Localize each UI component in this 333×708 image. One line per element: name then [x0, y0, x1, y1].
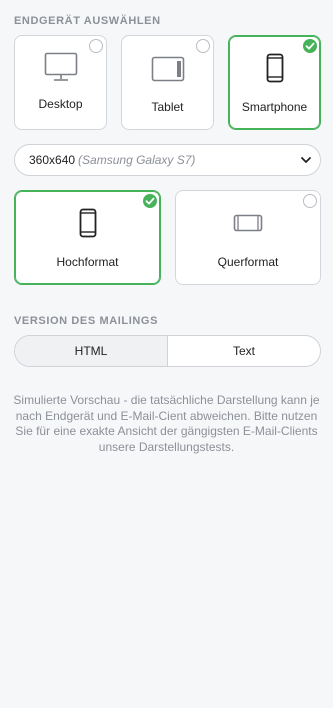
check-icon[interactable] — [143, 194, 157, 208]
radio-unchecked-icon[interactable] — [303, 194, 317, 208]
device-label-tablet: Tablet — [151, 100, 184, 114]
orientation-label-landscape: Querformat — [217, 255, 279, 269]
smartphone-icon — [266, 53, 284, 88]
radio-unchecked-icon[interactable] — [196, 39, 210, 53]
portrait-icon — [79, 208, 97, 243]
orientation-card-portrait[interactable]: Hochformat — [14, 190, 161, 285]
radio-unchecked-icon[interactable] — [89, 39, 103, 53]
resolution-select[interactable]: 360x640 (Samsung Galaxy S7) — [14, 144, 321, 176]
device-card-tablet[interactable]: Tablet — [121, 35, 214, 130]
resolution-value: 360x640 — [29, 153, 76, 167]
device-label-desktop: Desktop — [38, 97, 83, 111]
device-section-title: ENDGERÄT AUSWÄHLEN — [14, 15, 161, 27]
check-icon[interactable] — [303, 39, 317, 53]
device-card-desktop[interactable]: Desktop — [14, 35, 107, 130]
desktop-icon — [44, 52, 78, 87]
orientation-label-portrait: Hochformat — [56, 255, 119, 269]
preview-disclaimer: Simulierte Vorschau - die tatsächliche D… — [13, 393, 320, 454]
version-toggle: HTML Text — [14, 335, 321, 367]
resolution-hint: (Samsung Galaxy S7) — [78, 153, 196, 167]
chevron-down-icon — [300, 154, 312, 169]
device-label-smartphone: Smartphone — [241, 100, 308, 114]
version-option-text[interactable]: Text — [168, 336, 320, 366]
device-card-smartphone[interactable]: Smartphone — [228, 35, 321, 130]
tablet-icon — [151, 56, 185, 87]
landscape-icon — [233, 214, 263, 237]
version-section-title: VERSION DES MAILINGS — [14, 315, 159, 327]
version-option-html[interactable]: HTML — [15, 336, 168, 366]
orientation-card-landscape[interactable]: Querformat — [175, 190, 321, 285]
